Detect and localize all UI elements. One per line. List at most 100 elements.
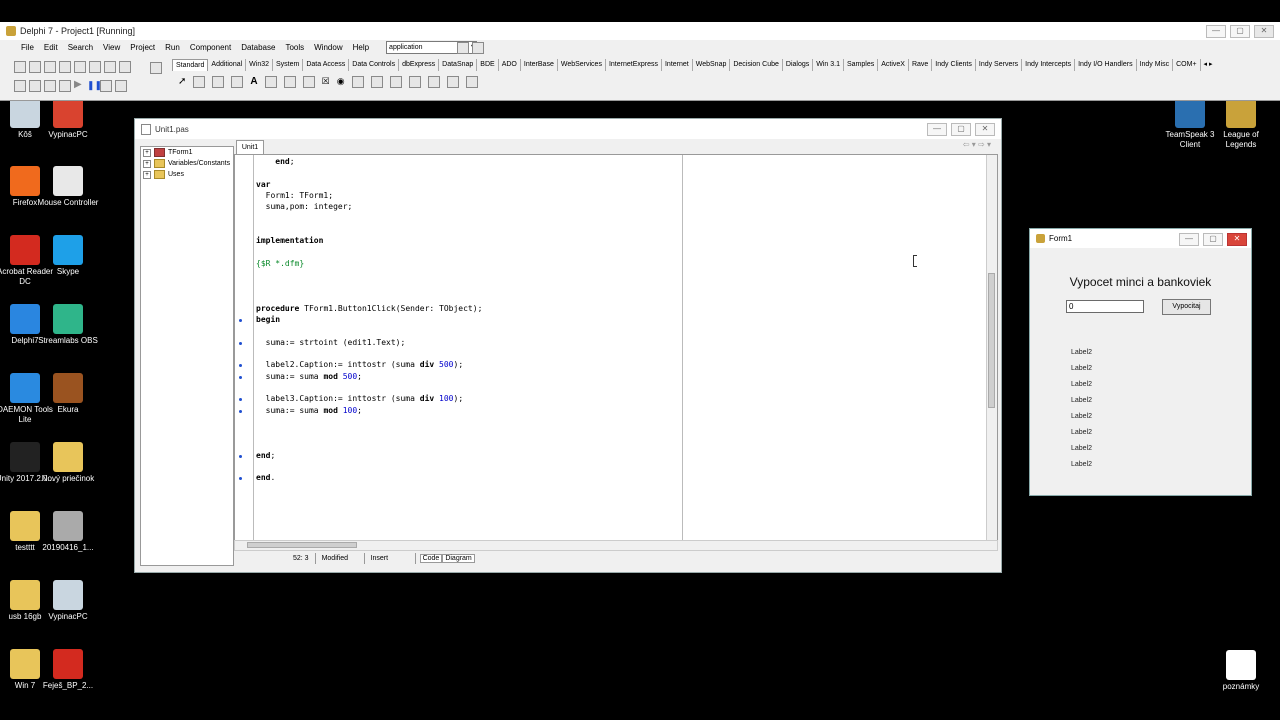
palette-tab[interactable]: Indy I/O Handlers [1075,59,1137,71]
desktop-icon[interactable]: VypinacPC [36,98,100,140]
desktop-icon[interactable]: Skype [36,235,100,277]
actionlist-icon[interactable] [465,76,478,88]
palette-tab[interactable]: dbExpress [399,59,440,71]
menu-item-file[interactable]: File [16,43,39,52]
edit1-input[interactable]: 0 [1066,300,1144,313]
tree-item-tform1[interactable]: + TForm1 [141,147,233,158]
menu-item-database[interactable]: Database [236,43,280,52]
desktop-icon[interactable]: Streamlabs OBS [36,304,100,346]
step-over-icon[interactable] [115,80,127,92]
desktop-icon[interactable]: 20190416_1... [36,511,100,553]
menu-item-project[interactable]: Project [125,43,160,52]
breakpoint-dot-icon[interactable] [239,375,242,379]
save-all-icon[interactable] [59,61,71,73]
horizontal-scroll-thumb[interactable] [247,542,357,548]
palette-tab[interactable]: Standard [172,59,209,71]
new-form-icon[interactable] [59,80,71,92]
palette-tab[interactable]: System [273,59,304,71]
palette-scroll-icon[interactable]: ◂ ▸ [1201,59,1216,71]
vertical-scroll-thumb[interactable] [988,273,995,408]
view-unit-icon[interactable] [14,80,26,92]
mainmenu-icon[interactable] [212,76,225,88]
palette-tab[interactable]: WebServices [558,59,606,71]
tree-item-variables[interactable]: + Variables/Constants [141,158,233,169]
save-icon[interactable] [44,61,56,73]
menu-item-component[interactable]: Component [185,43,236,52]
palette-tab[interactable]: Win32 [246,59,274,71]
maximize-button[interactable]: ▢ [1230,25,1250,38]
label-icon[interactable]: A [250,76,257,88]
breakpoint-dot-icon[interactable] [239,341,242,345]
pause-icon[interactable]: ❚❚ [87,80,102,90]
tab-diagram[interactable]: Diagram [442,554,475,563]
palette-tab[interactable]: Internet [662,59,693,71]
add-file-icon[interactable] [89,61,101,73]
editor-close-button[interactable]: ✕ [975,123,995,136]
new-icon[interactable] [14,61,26,73]
expand-icon[interactable]: + [143,148,151,157]
expand-icon[interactable]: + [143,159,151,168]
menu-item-run[interactable]: Run [160,43,185,52]
horizontal-scrollbar[interactable] [234,540,998,551]
edit-icon[interactable] [264,76,277,88]
groupbox-icon[interactable] [408,76,421,88]
desktop-icon[interactable]: poznámky [1209,650,1273,692]
form1-maximize-button[interactable]: ▢ [1203,233,1223,246]
editor-maximize-button[interactable]: ▢ [951,123,971,136]
form1-minimize-button[interactable]: — [1179,233,1199,246]
vertical-scrollbar[interactable] [986,155,997,541]
desktop-icon[interactable]: Nový priečinok [36,442,100,484]
palette-tab[interactable]: Data Controls [349,59,400,71]
popupmenu-icon[interactable] [231,76,244,88]
panel-icon[interactable] [446,76,459,88]
desktop-icon[interactable]: Mouse Controller [36,166,100,208]
menu-item-edit[interactable]: Edit [39,43,63,52]
trace-into-icon[interactable] [100,80,112,92]
desktop-icon[interactable]: VypinacPC [36,580,100,622]
menu-item-view[interactable]: View [98,43,125,52]
code-area[interactable]: end; var Form1: TForm1; suma,pom: integer… [234,154,998,542]
checkbox-icon[interactable]: ☒ [322,76,330,88]
close-button[interactable]: ✕ [1254,25,1274,38]
desktop-icon[interactable]: League of Legends [1209,98,1273,150]
menu-item-tools[interactable]: Tools [280,43,309,52]
save-desktop-icon[interactable] [457,42,469,54]
listbox-icon[interactable] [351,76,364,88]
form1-close-button[interactable]: ✕ [1227,233,1247,246]
radiobutton-icon[interactable]: ◉ [337,76,345,88]
run-icon[interactable]: ▶ [74,80,84,90]
scrollbar-icon[interactable] [389,76,402,88]
button-icon[interactable] [302,76,315,88]
palette-tab[interactable]: ActiveX [878,59,909,71]
desktop-icon[interactable]: Feješ_BP_2... [36,649,100,691]
frames-icon[interactable] [193,76,206,88]
set-debug-desktop-icon[interactable] [472,42,484,54]
palette-tab[interactable]: InterBase [521,59,558,71]
radiogroup-icon[interactable] [427,76,440,88]
palette-tab[interactable]: Indy Misc [1137,59,1174,71]
forward-arrow-icon[interactable]: ⇨ [978,140,985,149]
palette-tab[interactable]: Decision Cube [730,59,783,71]
palette-tab[interactable]: InternetExpress [606,59,662,71]
toggle-form-icon[interactable] [44,80,56,92]
menu-item-help[interactable]: Help [348,43,374,52]
palette-tab[interactable]: BDE [477,59,499,71]
palette-tab[interactable]: ADO [499,59,521,71]
palette-tab[interactable]: Indy Intercepts [1022,59,1076,71]
back-arrow-icon[interactable]: ⇦ [963,140,970,149]
palette-tab[interactable]: Indy Clients [932,59,976,71]
menu-item-search[interactable]: Search [63,43,98,52]
remove-file-icon[interactable] [104,61,116,73]
tab-code[interactable]: Code [419,554,443,563]
palette-tab[interactable]: DataSnap [439,59,478,71]
combobox-icon[interactable] [370,76,383,88]
view-form-icon[interactable] [29,80,41,92]
menu-item-window[interactable]: Window [309,43,347,52]
palette-tab[interactable]: COM+ [1173,59,1201,71]
expand-icon[interactable]: + [143,170,151,179]
help-icon[interactable] [119,61,131,73]
editor-minimize-button[interactable]: — [927,123,947,136]
palette-tab[interactable]: Win 3.1 [813,59,844,71]
open-icon[interactable] [29,61,41,73]
breakpoint-dot-icon[interactable] [239,409,242,413]
